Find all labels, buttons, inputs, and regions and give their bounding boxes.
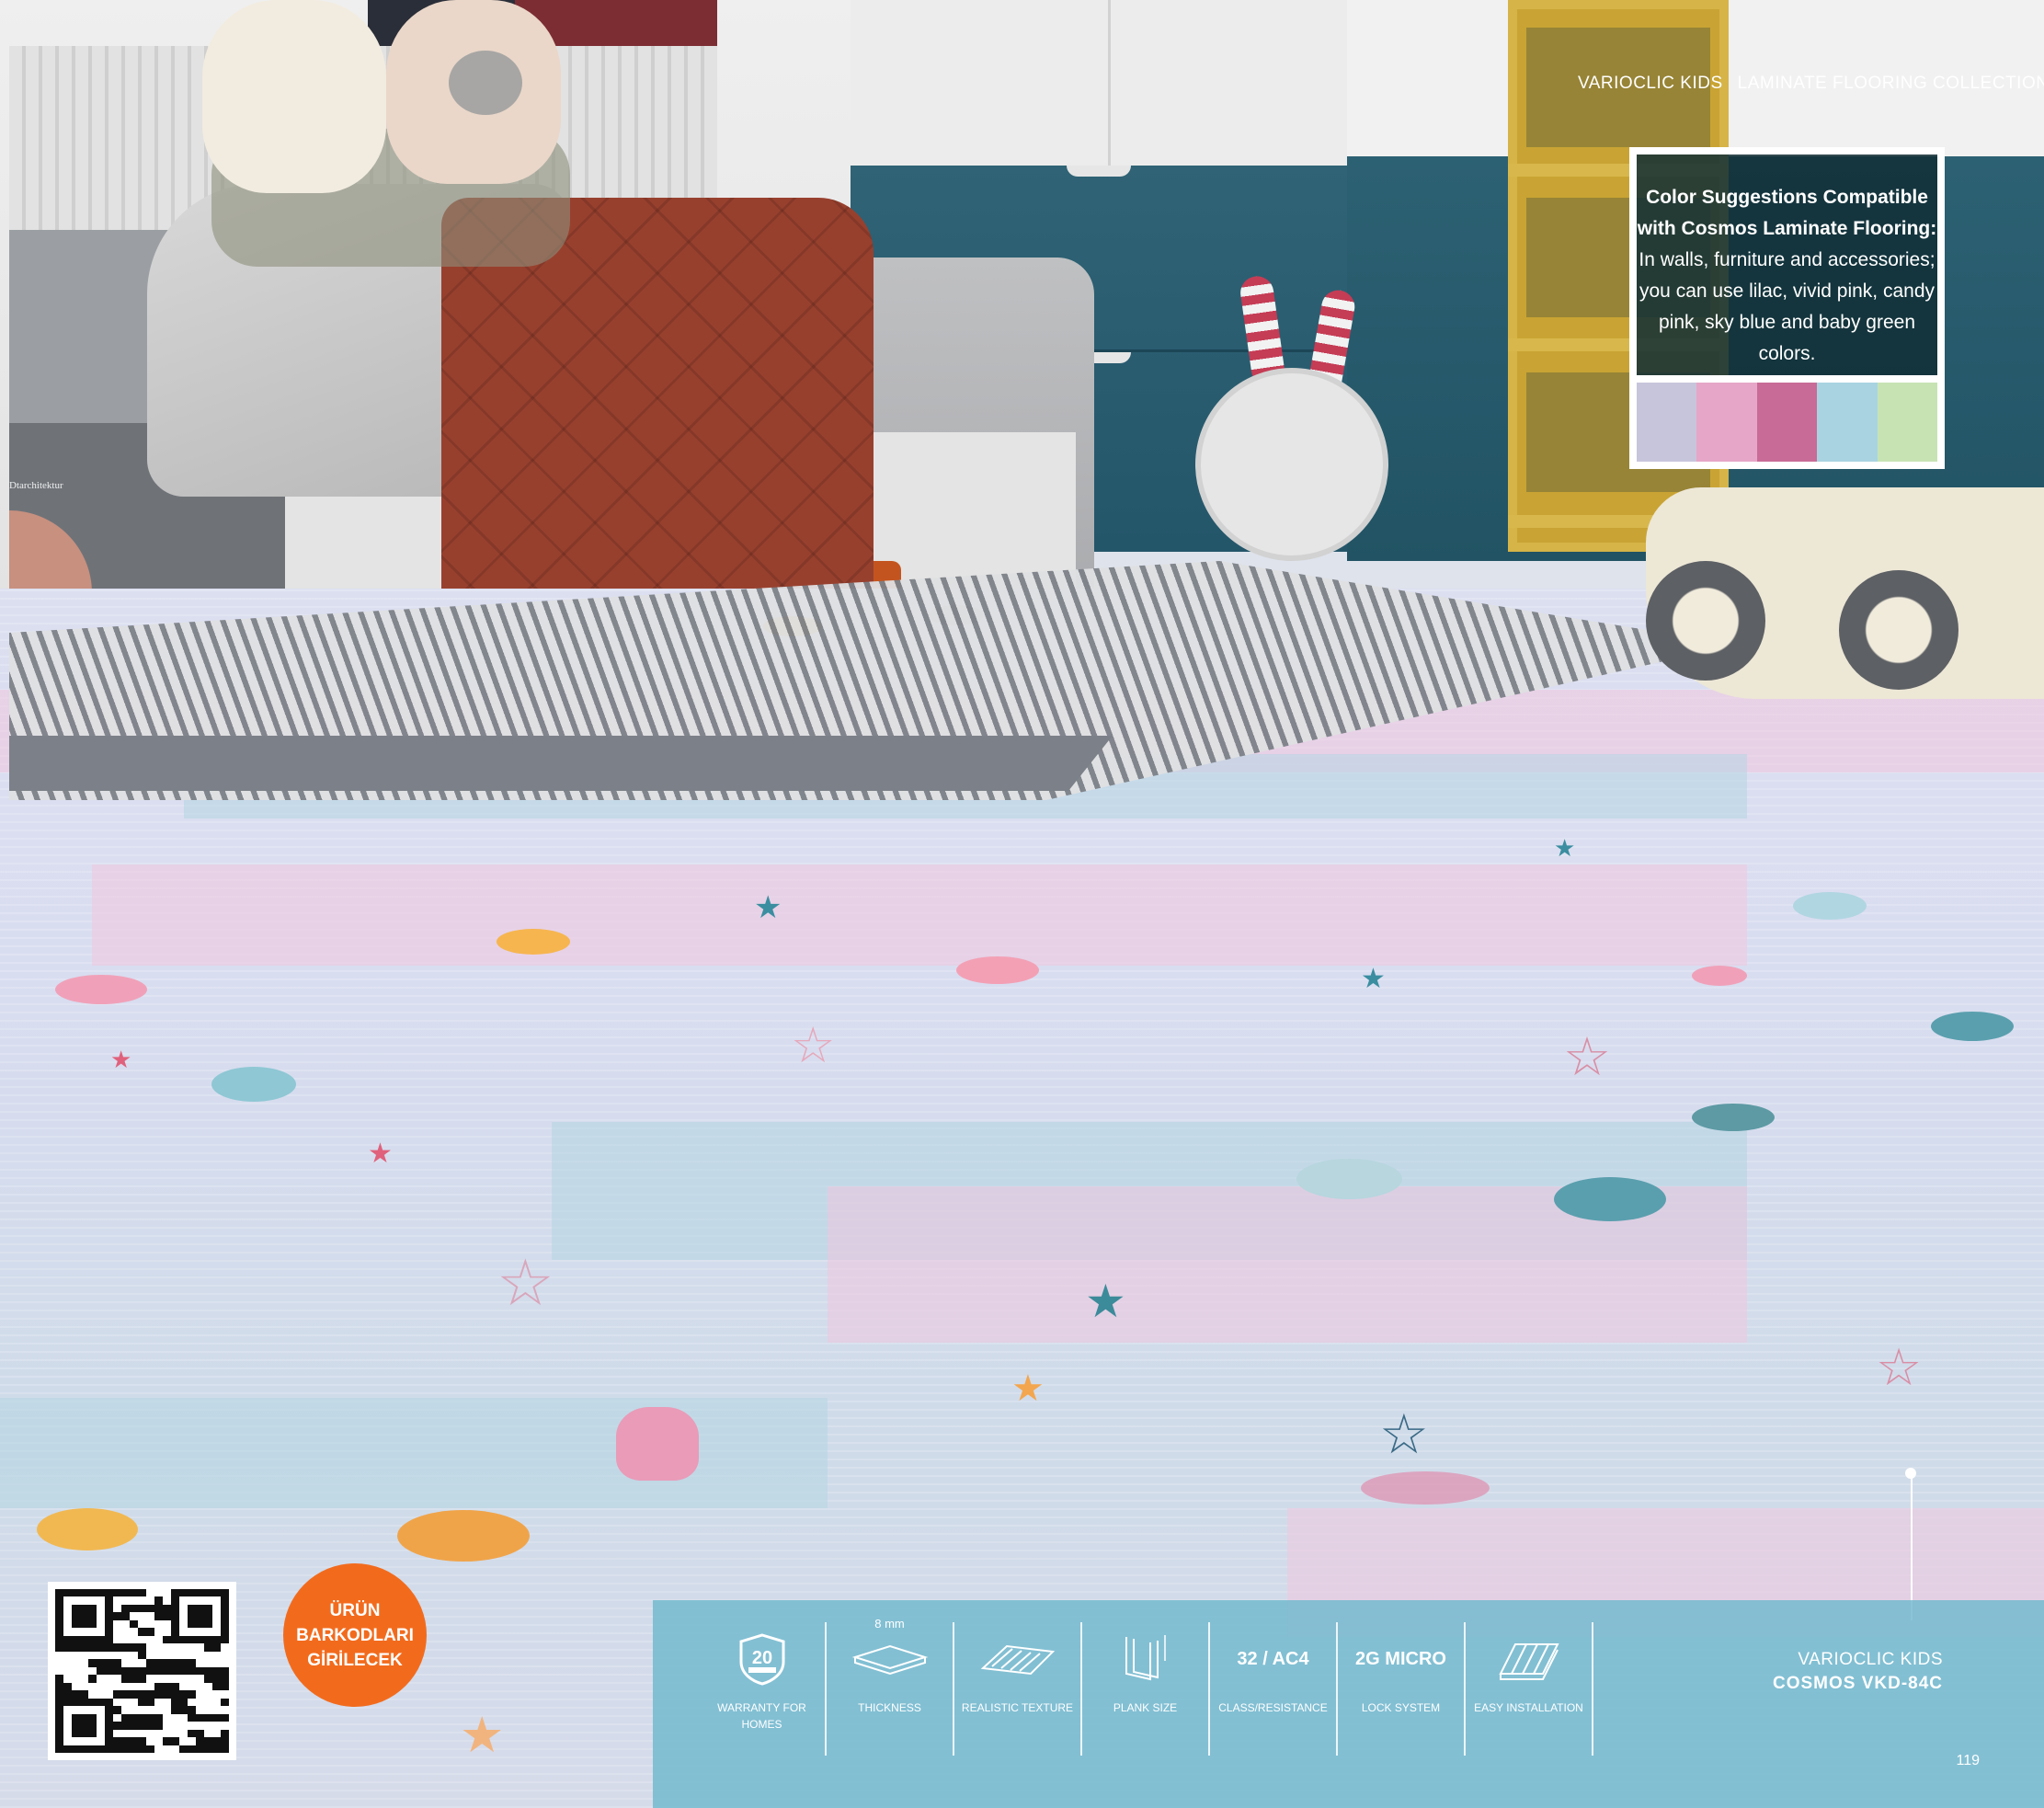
spec-plank-size: PLANK SIZE (1082, 1622, 1210, 1756)
color-suggestions-text: Color Suggestions Compatible with Cosmos… (1637, 182, 1937, 370)
swatch-baby-green (1877, 383, 1938, 462)
swatch-vivid-pink (1696, 383, 1757, 462)
pointer-line (1911, 1473, 1913, 1620)
spec-installation: EASY INSTALLATION (1466, 1622, 1593, 1756)
collection-name: LAMINATE FLOORING COLLECTION (1737, 74, 2044, 93)
product-info: VARIOCLIC KIDS COSMOS VKD-84C (1773, 1650, 1943, 1694)
easy-installation-icon (1466, 1631, 1592, 1687)
spec-texture: REALISTIC TEXTURE (954, 1622, 1082, 1756)
plank-size-icon (1082, 1631, 1208, 1687)
pointer-dot (1905, 1468, 1916, 1479)
spec-lock: 2G MICRO LOCK SYSTEM (1338, 1622, 1466, 1756)
spec-bar: 20 WARRANTY FOR HOMES 8 mm THICKNESS REA… (653, 1600, 2044, 1808)
spec-list: 20 WARRANTY FOR HOMES 8 mm THICKNESS REA… (699, 1617, 1593, 1756)
barcode-badge: ÜRÜN BARKODLARI GİRİLECEK (283, 1563, 427, 1707)
catalog-page: Dtarchitektur ★ ☆ ☆ ★ ★ ★ ★ ☆ ☆ ☆ ★ ★ ★ … (0, 0, 2044, 1808)
color-suggestions-title: Color Suggestions Compatible (1646, 187, 1928, 208)
brand-name: VARIOCLIC KIDS (1578, 74, 1723, 93)
spec-thickness: 8 mm THICKNESS (827, 1617, 954, 1756)
swatch-sky-blue (1817, 383, 1878, 462)
svg-text:20: 20 (751, 1648, 771, 1668)
color-suggestions-box: Color Suggestions Compatible with Cosmos… (1629, 147, 1945, 469)
color-swatches (1637, 375, 1938, 462)
product-series: VARIOCLIC KIDS (1798, 1650, 1943, 1669)
qr-code[interactable] (48, 1582, 236, 1760)
spec-class: 32 / AC4 CLASS/RESISTANCE (1210, 1622, 1338, 1756)
spec-warranty: 20 WARRANTY FOR HOMES (699, 1622, 827, 1756)
thickness-icon (827, 1631, 953, 1687)
page-header: VARIOCLIC KIDS LAMINATE FLOORING COLLECTI… (1563, 74, 2044, 94)
photo-credit: Dtarchitektur (9, 480, 63, 491)
warranty-20-years-icon: 20 (699, 1631, 825, 1687)
lock-system-icon: 2G MICRO (1355, 1648, 1446, 1669)
class-resistance-icon: 32 / AC4 (1237, 1648, 1309, 1669)
swatch-candy-pink (1756, 383, 1818, 462)
cat-plush (202, 0, 386, 193)
realistic-texture-icon (954, 1631, 1080, 1687)
wardrobe-upper (851, 0, 1347, 169)
bunny-cushion (1195, 368, 1388, 561)
qr-pattern (55, 1589, 229, 1753)
product-name: COSMOS VKD-84C (1772, 1674, 1943, 1693)
page-number: 119 (1956, 1753, 1980, 1768)
swatch-lilac (1637, 383, 1697, 462)
